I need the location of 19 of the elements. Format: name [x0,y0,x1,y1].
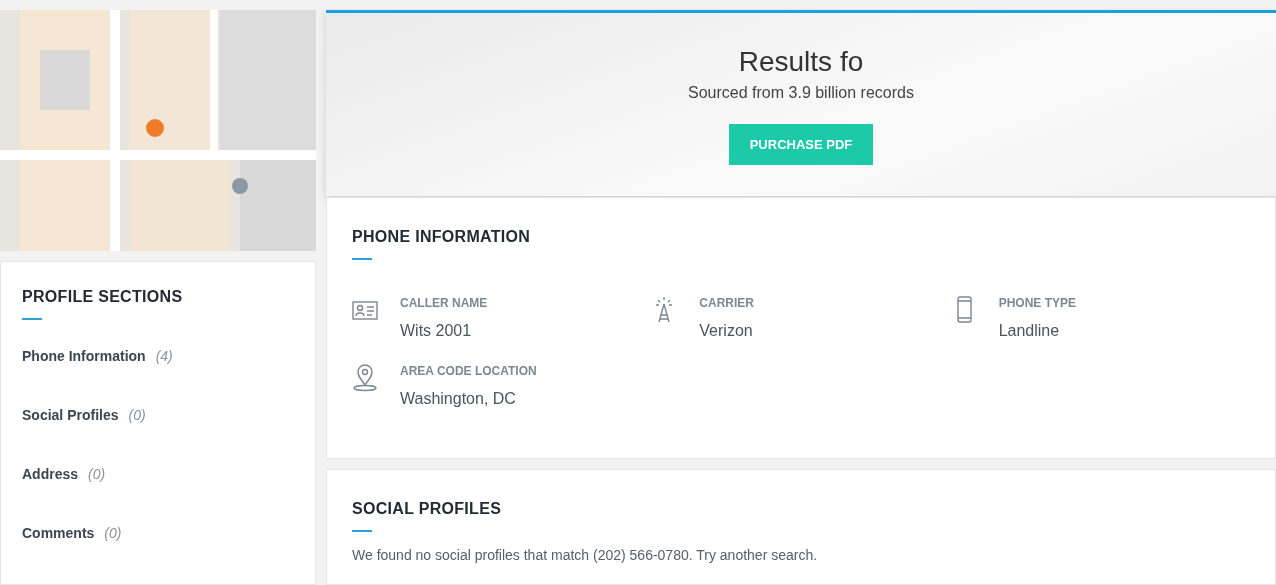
profile-section-link[interactable]: Social Profiles (0) [22,407,294,423]
field-value: Verizon [699,322,754,340]
no-results-message: We found no social profiles that match (202) 566-0780. Try another search. [352,547,819,563]
profile-section-link[interactable]: Phone Information (4) [22,348,294,364]
field-value: Washington, DC [400,390,517,408]
location-pin-icon [352,364,378,392]
field-label: CARRIER [699,296,754,310]
field-value: Wits 2001 [400,322,473,340]
field-label: AREA CODE LOCATION [400,364,537,378]
field-value: Landline [998,322,1061,340]
results-subtitle: Sourced from 3.9 billion records [688,84,914,102]
profile-section-link[interactable]: Address (0) [22,466,294,482]
section-title: PROFILE SECTIONS [22,288,184,306]
profile-section-link[interactable]: Comments (0) [22,525,294,541]
section-title: SOCIAL PROFILES [352,500,503,518]
section-title: PHONE INFORMATION [352,228,532,246]
field-label: PHONE TYPE [998,296,1076,310]
field-label: CALLER NAME [400,296,488,310]
results-title: Results fo [738,46,864,78]
